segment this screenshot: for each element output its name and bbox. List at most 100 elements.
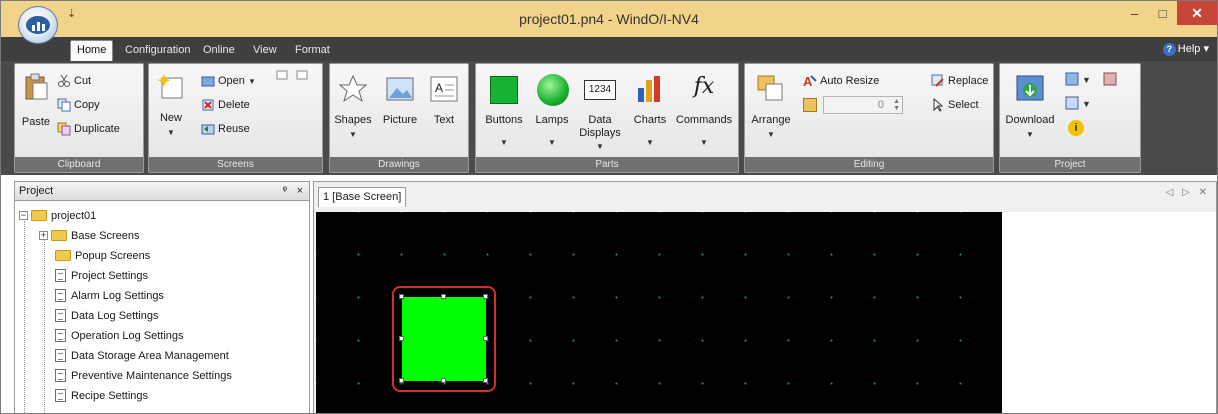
document-icon — [55, 328, 66, 342]
duplicate-button[interactable]: Duplicate — [57, 122, 120, 136]
close-button[interactable]: ✕ — [1177, 1, 1217, 25]
tree-item-preventive-maintenance-settings[interactable]: Preventive Maintenance Settings — [55, 367, 232, 385]
title-bar[interactable]: ⇣ project01.pn4 - WindO/I-NV4 – □ ✕ — [1, 1, 1217, 37]
window-title: project01.pn4 - WindO/I-NV4 — [519, 11, 699, 27]
tab-home[interactable]: Home — [70, 40, 114, 61]
buttons-part-button[interactable]: Buttons ▼ — [480, 66, 528, 154]
tree-item-recipe-settings[interactable]: Recipe Settings — [55, 387, 148, 405]
new-screen-button[interactable]: New ▼ — [151, 66, 191, 146]
drawings-group: Shapes ▼ Picture A Text Drawings — [329, 63, 469, 173]
tree-item-base-screens[interactable]: + Base Screens — [39, 227, 139, 245]
app-logo-icon — [26, 16, 50, 34]
paste-button[interactable]: Paste — [19, 66, 53, 140]
project-group: Download ▼ ▼ ▼ i Project — [999, 63, 1141, 173]
text-button[interactable]: A Text — [424, 66, 464, 126]
tab-view[interactable]: View — [247, 42, 283, 61]
project-settings-button[interactable] — [1102, 72, 1118, 88]
delete-screen-button[interactable]: Delete — [201, 98, 250, 112]
application-menu-button[interactable] — [18, 6, 58, 44]
buttons-dropdown-icon: ▼ — [500, 138, 508, 147]
resize-option-icon[interactable] — [803, 98, 817, 112]
auto-resize-label: Auto Resize — [820, 74, 880, 87]
clipboard-caption: Clipboard — [15, 157, 143, 172]
copy-button[interactable]: Copy — [57, 98, 100, 112]
screen-editor: 1 [Base Screen] ◁ ▷ ✕ — [313, 181, 1217, 413]
arrange-dropdown-icon: ▼ — [767, 130, 775, 139]
cut-button[interactable]: Cut — [57, 74, 91, 88]
buttons-label: Buttons — [485, 114, 523, 126]
new-label: New — [159, 112, 182, 124]
tab-configuration[interactable]: Configuration — [119, 42, 196, 61]
selection-highlight — [392, 286, 496, 392]
maximize-button[interactable]: □ — [1149, 1, 1176, 25]
screen-window-icons[interactable] — [273, 70, 313, 86]
tree-item-data-log-settings[interactable]: Data Log Settings — [55, 307, 158, 325]
arrange-button[interactable]: Arrange ▼ — [749, 66, 793, 146]
tab-format[interactable]: Format — [289, 42, 336, 61]
svg-text:▼: ▼ — [1082, 75, 1091, 85]
reuse-screen-button[interactable]: Reuse — [201, 122, 250, 136]
replace-label: Replace — [948, 74, 989, 87]
open-label: Open — [218, 74, 245, 87]
document-icon — [55, 388, 66, 402]
expand-icon[interactable]: + — [39, 230, 48, 240]
tree-item-alarm-log-settings[interactable]: Alarm Log Settings — [55, 287, 164, 305]
tree-item-project01[interactable]: − project01 — [19, 207, 96, 225]
fx-icon: fx — [693, 74, 715, 99]
tree-item-label: Operation Log Settings — [71, 330, 184, 342]
tree-item-data-storage-area-management[interactable]: Data Storage Area Management — [55, 347, 229, 365]
spin-arrows-icon[interactable]: ▲ ▼ — [893, 98, 900, 112]
tree-item-operation-log-settings[interactable]: Operation Log Settings — [55, 327, 184, 345]
help-icon: ? — [1162, 42, 1176, 56]
data-displays-label-line1: Data — [588, 114, 612, 126]
auto-resize-button[interactable]: A Auto Resize — [803, 74, 879, 88]
data-displays-part-button[interactable]: 1234 Data Displays ▼ — [578, 66, 622, 154]
shapes-icon — [338, 74, 368, 103]
minimize-button[interactable]: – — [1121, 1, 1148, 25]
tree-item-popup-screens[interactable]: Popup Screens — [55, 247, 150, 265]
download-button[interactable]: Download ▼ — [1004, 66, 1056, 146]
commands-label: Commands — [675, 114, 733, 126]
simulation-button[interactable]: ▼ — [1064, 96, 1094, 112]
ribbon: Paste Cut Copy Duplicate Clipboard New ▼… — [1, 61, 1217, 175]
commands-part-button[interactable]: fx Commands ▼ — [674, 66, 734, 154]
simulation-icon: ▼ — [1065, 96, 1091, 110]
tab-base-screen[interactable]: 1 [Base Screen] — [318, 187, 407, 207]
panel-close-icon[interactable]: × — [297, 182, 303, 200]
help-menu[interactable]: ? Help ▾ — [1162, 42, 1209, 56]
shapes-button[interactable]: Shapes ▼ — [334, 66, 372, 148]
editor-tab-controls[interactable]: ◁ ▷ ✕ — [1166, 187, 1210, 198]
delete-icon — [202, 99, 214, 111]
project-panel-title: Project — [19, 185, 54, 197]
collapse-icon[interactable]: − — [19, 210, 28, 220]
transfer-icon: ▼ — [1065, 72, 1091, 86]
picture-button[interactable]: Picture — [380, 66, 420, 126]
data-display-icon: 1234 — [584, 80, 616, 100]
screen-canvas[interactable] — [316, 212, 1002, 413]
app-window: ⇣ project01.pn4 - WindO/I-NV4 – □ ✕ Home… — [0, 0, 1218, 414]
replace-button[interactable]: Replace — [931, 74, 988, 88]
select-button[interactable]: Select — [931, 98, 979, 112]
tree-item-project-settings[interactable]: Project Settings — [55, 267, 148, 285]
scissors-icon — [58, 74, 70, 87]
open-screen-button[interactable]: Open ▼ — [201, 74, 256, 88]
pin-icon[interactable]: ᵠ — [283, 182, 287, 200]
paste-label: Paste — [21, 116, 51, 128]
tree-item-label: Data Storage Area Management — [71, 350, 229, 362]
editing-caption: Editing — [745, 157, 993, 172]
size-spin-input[interactable]: 0 ▲ ▼ — [823, 96, 903, 114]
charts-part-button[interactable]: Charts ▼ — [628, 66, 672, 154]
reuse-icon — [201, 124, 215, 135]
lamps-label: Lamps — [535, 114, 569, 126]
document-icon — [55, 368, 66, 382]
screens-caption: Screens — [149, 157, 322, 172]
data-displays-label-line2: Displays — [579, 127, 621, 139]
transfer-button[interactable]: ▼ — [1064, 72, 1094, 88]
lamp-part-icon — [537, 74, 569, 106]
lamps-part-button[interactable]: Lamps ▼ — [530, 66, 574, 154]
button-part-icon — [490, 76, 518, 104]
document-icon — [55, 308, 66, 322]
info-icon[interactable]: i — [1068, 120, 1084, 136]
tab-online[interactable]: Online — [197, 42, 241, 61]
arrange-icon — [757, 75, 783, 101]
